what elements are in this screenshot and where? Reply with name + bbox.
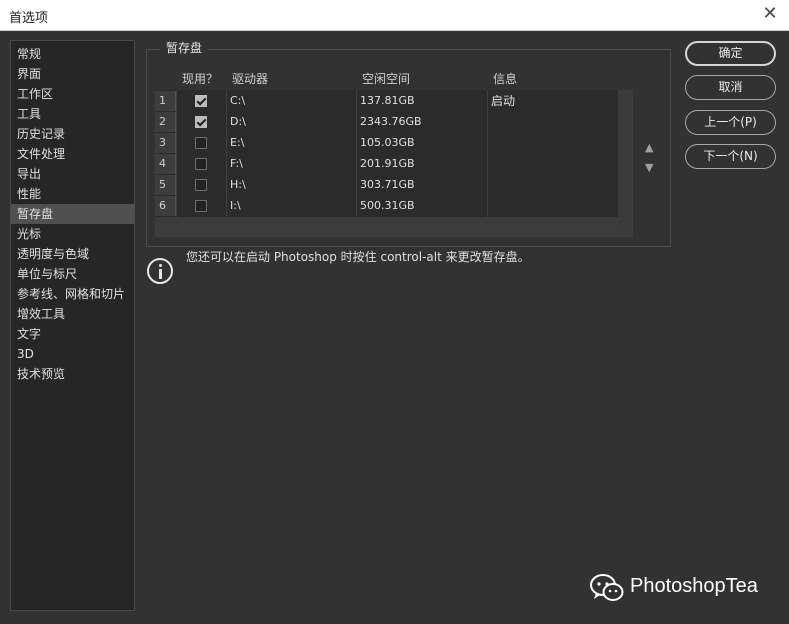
- group-title: 暂存盘: [160, 39, 209, 56]
- title-bar: 首选项 ✕: [0, 0, 789, 31]
- active-checkbox[interactable]: [195, 116, 207, 128]
- active-checkbox[interactable]: [195, 200, 207, 212]
- preferences-window: 首选项 ✕ 常规 界面 工作区 工具 历史记录 文件处理 导出 性能 暂存盘 光…: [0, 0, 789, 624]
- active-checkbox[interactable]: [195, 179, 207, 191]
- sidebar-item-units-rulers[interactable]: 单位与标尺: [11, 264, 134, 284]
- next-button[interactable]: 下一个(N): [685, 144, 776, 169]
- column-header-active: 现用？: [182, 72, 219, 86]
- sidebar-item-file-handling[interactable]: 文件处理: [11, 144, 134, 164]
- previous-button[interactable]: 上一个(P): [685, 110, 776, 135]
- table-row[interactable]: 2 D:\ 2343.76GB: [155, 112, 618, 132]
- free-space-value: 201.91GB: [360, 157, 415, 170]
- sidebar-item-tools[interactable]: 工具: [11, 104, 134, 124]
- active-checkbox[interactable]: [195, 137, 207, 149]
- free-space-value: 303.71GB: [360, 178, 415, 191]
- sidebar-item-interface[interactable]: 界面: [11, 64, 134, 84]
- active-checkbox[interactable]: [195, 95, 207, 107]
- sidebar-item-workspace[interactable]: 工作区: [11, 84, 134, 104]
- row-number: 5: [155, 175, 176, 195]
- drive-info: 启动: [491, 94, 516, 108]
- wechat-icon: [590, 574, 624, 601]
- free-space-value: 105.03GB: [360, 136, 415, 149]
- ok-button[interactable]: 确定: [685, 41, 776, 66]
- sidebar-item-general[interactable]: 常规: [11, 44, 134, 64]
- sidebar-item-tech-previews[interactable]: 技术预览: [11, 364, 134, 384]
- move-down-icon[interactable]: ▼: [645, 158, 653, 178]
- drive-label: E:\: [230, 136, 245, 149]
- reorder-arrows: ▲ ▼: [645, 138, 653, 178]
- drive-label: C:\: [230, 94, 246, 107]
- sidebar-item-performance[interactable]: 性能: [11, 184, 134, 204]
- sidebar-item-guides-grid-slices[interactable]: 参考线、网格和切片: [11, 284, 134, 304]
- drive-label: I:\: [230, 199, 241, 212]
- sidebar-item-plugins[interactable]: 增效工具: [11, 304, 134, 324]
- table-row[interactable]: 5 H:\ 303.71GB: [155, 175, 618, 195]
- sidebar-item-type[interactable]: 文字: [11, 324, 134, 344]
- table-row[interactable]: 3 E:\ 105.03GB: [155, 133, 618, 153]
- column-header-free-space: 空闲空间: [362, 72, 411, 86]
- hint-text: 您还可以在启动 Photoshop 时按住 control-alt 来更改暂存盘…: [186, 250, 530, 264]
- info-icon: [147, 258, 173, 284]
- table-row[interactable]: 6 I:\ 500.31GB: [155, 196, 618, 216]
- sidebar-item-scratch-disks[interactable]: 暂存盘: [11, 204, 134, 224]
- row-number: 2: [155, 112, 176, 132]
- table-row[interactable]: 1 C:\ 137.81GB 启动: [155, 91, 618, 111]
- window-title: 首选项: [9, 11, 49, 26]
- row-number: 6: [155, 196, 176, 216]
- drive-label: F:\: [230, 157, 243, 170]
- preferences-sidebar: 常规 界面 工作区 工具 历史记录 文件处理 导出 性能 暂存盘 光标 透明度与…: [10, 40, 135, 611]
- sidebar-item-history-log[interactable]: 历史记录: [11, 124, 134, 144]
- free-space-value: 500.31GB: [360, 199, 415, 212]
- row-number: 1: [155, 91, 176, 111]
- horizontal-scrollbar[interactable]: [155, 217, 618, 237]
- vertical-scrollbar[interactable]: [618, 90, 633, 237]
- sidebar-item-cursors[interactable]: 光标: [11, 224, 134, 244]
- table-row[interactable]: 4 F:\ 201.91GB: [155, 154, 618, 174]
- column-header-info: 信息: [493, 72, 518, 86]
- drive-label: H:\: [230, 178, 246, 191]
- move-up-icon[interactable]: ▲: [645, 138, 653, 158]
- free-space-value: 137.81GB: [360, 94, 415, 107]
- sidebar-item-export[interactable]: 导出: [11, 164, 134, 184]
- free-space-value: 2343.76GB: [360, 115, 422, 128]
- active-checkbox[interactable]: [195, 158, 207, 170]
- row-number: 4: [155, 154, 176, 174]
- watermark-text: PhotoshopTea: [630, 575, 758, 597]
- close-icon[interactable]: ✕: [760, 4, 780, 24]
- sidebar-item-transparency-gamut[interactable]: 透明度与色域: [11, 244, 134, 264]
- sidebar-item-3d[interactable]: 3D: [11, 344, 134, 364]
- drive-label: D:\: [230, 115, 246, 128]
- row-number: 3: [155, 133, 176, 153]
- column-header-drive: 驱动器: [232, 72, 269, 86]
- cancel-button[interactable]: 取消: [685, 75, 776, 100]
